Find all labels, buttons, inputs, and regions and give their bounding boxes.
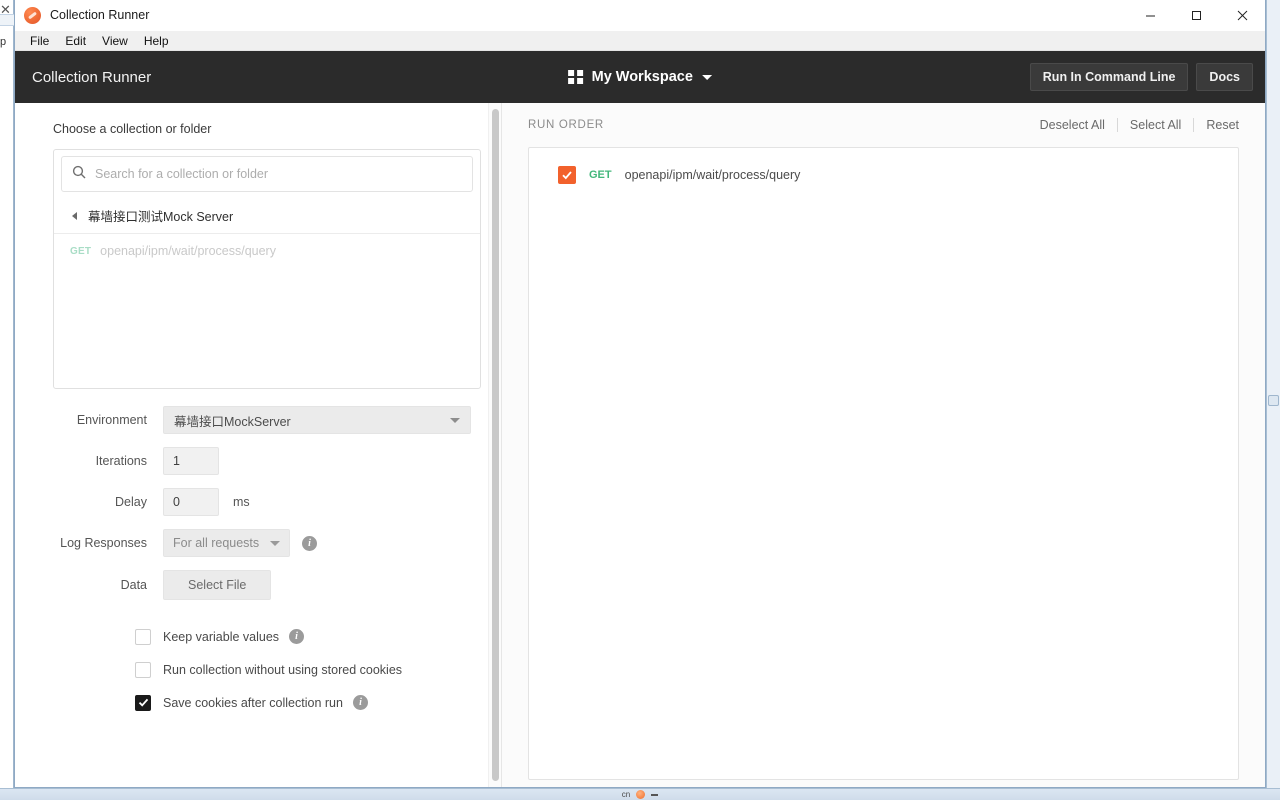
delay-label: Delay — [115, 495, 147, 509]
triangle-left-icon[interactable] — [72, 211, 77, 220]
left-pane-scrollbar[interactable] — [488, 103, 501, 787]
background-text: p — [0, 36, 6, 48]
iterations-row: Iterations — [53, 447, 501, 475]
run-options-checkboxes: Keep variable values i Run collection wi… — [15, 620, 501, 719]
chevron-down-icon — [270, 540, 280, 546]
workspace-picker[interactable]: My Workspace — [568, 69, 712, 85]
left-pane-scroll-area: Choose a collection or folder Search for… — [15, 103, 501, 787]
run-order-title: RUN ORDER — [528, 119, 604, 131]
save-cookies-checkbox[interactable] — [135, 694, 151, 711]
docs-button[interactable]: Docs — [1196, 63, 1253, 91]
environment-select[interactable]: 幕墙接口MockServer — [163, 406, 471, 434]
menu-item-help[interactable]: Help — [136, 33, 177, 49]
keep-variable-values-row[interactable]: Keep variable values i — [135, 620, 501, 653]
run-order-list: GET openapi/ipm/wait/process/query — [528, 147, 1239, 780]
environment-row: Environment 幕墙接口MockServer — [53, 406, 501, 434]
collection-chooser: 幕墙接口测试Mock Server GET openapi/ipm/wait/p… — [53, 149, 481, 389]
left-pane: Choose a collection or folder Search for… — [15, 103, 502, 787]
request-method-label: GET — [589, 169, 612, 181]
body-split: Choose a collection or folder Search for… — [15, 103, 1265, 787]
select-all-button[interactable]: Select All — [1118, 118, 1195, 132]
taskbar-language-label: cn — [621, 790, 631, 799]
right-pane: RUN ORDER Deselect All Select All Reset … — [502, 103, 1265, 787]
log-responses-label: Log Responses — [60, 536, 147, 550]
minimize-button[interactable] — [1127, 0, 1173, 31]
request-method-label: GET — [70, 245, 92, 257]
info-icon[interactable]: i — [302, 535, 317, 551]
window-controls — [1127, 0, 1265, 31]
menu-bar: File Edit View Help — [15, 31, 1265, 51]
title-bar: Collection Runner — [15, 0, 1265, 31]
delay-input[interactable] — [163, 488, 219, 516]
iterations-label: Iterations — [95, 454, 147, 468]
log-responses-value: For all requests — [173, 536, 260, 550]
page-title: Collection Runner — [32, 68, 152, 86]
info-icon[interactable]: i — [289, 629, 305, 644]
collection-tree-header[interactable]: 幕墙接口测试Mock Server — [54, 198, 480, 234]
maximize-button[interactable] — [1173, 0, 1219, 31]
list-item[interactable]: GET openapi/ipm/wait/process/query — [54, 234, 480, 268]
request-name-label: openapi/ipm/wait/process/query — [100, 244, 276, 258]
request-selected-checkbox[interactable] — [558, 166, 576, 184]
no-stored-cookies-label: Run collection without using stored cook… — [163, 662, 403, 677]
run-in-command-line-button[interactable]: Run In Command Line — [1029, 63, 1189, 91]
chevron-down-icon — [450, 417, 460, 423]
environment-value: 幕墙接口MockServer — [174, 414, 291, 429]
request-name-label: openapi/ipm/wait/process/query — [624, 168, 801, 182]
search-input[interactable] — [95, 167, 462, 181]
save-cookies-row[interactable]: Save cookies after collection run i — [135, 686, 501, 719]
app-header: Collection Runner My Workspace Run In Co… — [15, 51, 1265, 103]
delay-unit-label: ms — [233, 495, 250, 509]
table-row[interactable]: GET openapi/ipm/wait/process/query — [529, 156, 1238, 194]
browser-icon — [636, 790, 646, 799]
run-settings-form: Environment 幕墙接口MockServer Iterations De… — [15, 406, 501, 600]
header-actions: Run In Command Line Docs — [1029, 51, 1253, 103]
search-icon — [72, 165, 86, 184]
background-window-sliver: ✕ p — [0, 0, 14, 800]
window-title: Collection Runner — [50, 8, 150, 22]
save-cookies-label: Save cookies after collection run — [163, 695, 343, 710]
reset-button[interactable]: Reset — [1194, 118, 1239, 132]
taskbar-sliver: cn — [0, 788, 1280, 800]
taskbar-item-icon — [651, 793, 659, 796]
menu-item-file[interactable]: File — [22, 33, 57, 49]
postman-logo-icon — [24, 6, 41, 24]
menu-item-edit[interactable]: Edit — [57, 33, 94, 49]
data-row: Data Select File — [53, 570, 501, 600]
data-label: Data — [120, 578, 147, 592]
close-button[interactable] — [1219, 0, 1265, 31]
background-toolbar-band — [0, 14, 14, 26]
collection-name-label: 幕墙接口测试Mock Server — [88, 210, 234, 224]
background-window-right-sliver — [1266, 0, 1280, 800]
collection-runner-window: Collection Runner File Edit View Help Co… — [14, 0, 1266, 788]
keep-variable-values-checkbox[interactable] — [135, 628, 151, 645]
chevron-down-icon — [701, 74, 712, 80]
info-icon[interactable]: i — [352, 695, 368, 710]
choose-collection-label: Choose a collection or folder — [53, 122, 212, 136]
search-row[interactable] — [61, 156, 473, 192]
no-stored-cookies-checkbox[interactable] — [135, 661, 151, 678]
grid-icon — [568, 69, 583, 85]
background-scroll-button — [1268, 395, 1279, 406]
keep-variable-values-label: Keep variable values — [163, 629, 280, 644]
environment-label: Environment — [76, 413, 147, 427]
left-pane-scrollbar-thumb[interactable] — [492, 109, 499, 781]
select-file-button[interactable]: Select File — [163, 570, 272, 600]
workspace-name: My Workspace — [591, 69, 693, 85]
iterations-input[interactable] — [163, 447, 219, 475]
menu-item-view[interactable]: View — [94, 33, 136, 49]
deselect-all-button[interactable]: Deselect All — [1028, 118, 1118, 132]
log-responses-select[interactable]: For all requests — [163, 529, 290, 557]
run-order-actions: Deselect All Select All Reset — [1028, 118, 1239, 132]
log-responses-row: Log Responses For all requests i — [53, 529, 501, 557]
run-order-bar: RUN ORDER Deselect All Select All Reset — [528, 103, 1239, 147]
delay-row: Delay ms — [53, 488, 501, 516]
no-stored-cookies-row[interactable]: Run collection without using stored cook… — [135, 653, 501, 686]
